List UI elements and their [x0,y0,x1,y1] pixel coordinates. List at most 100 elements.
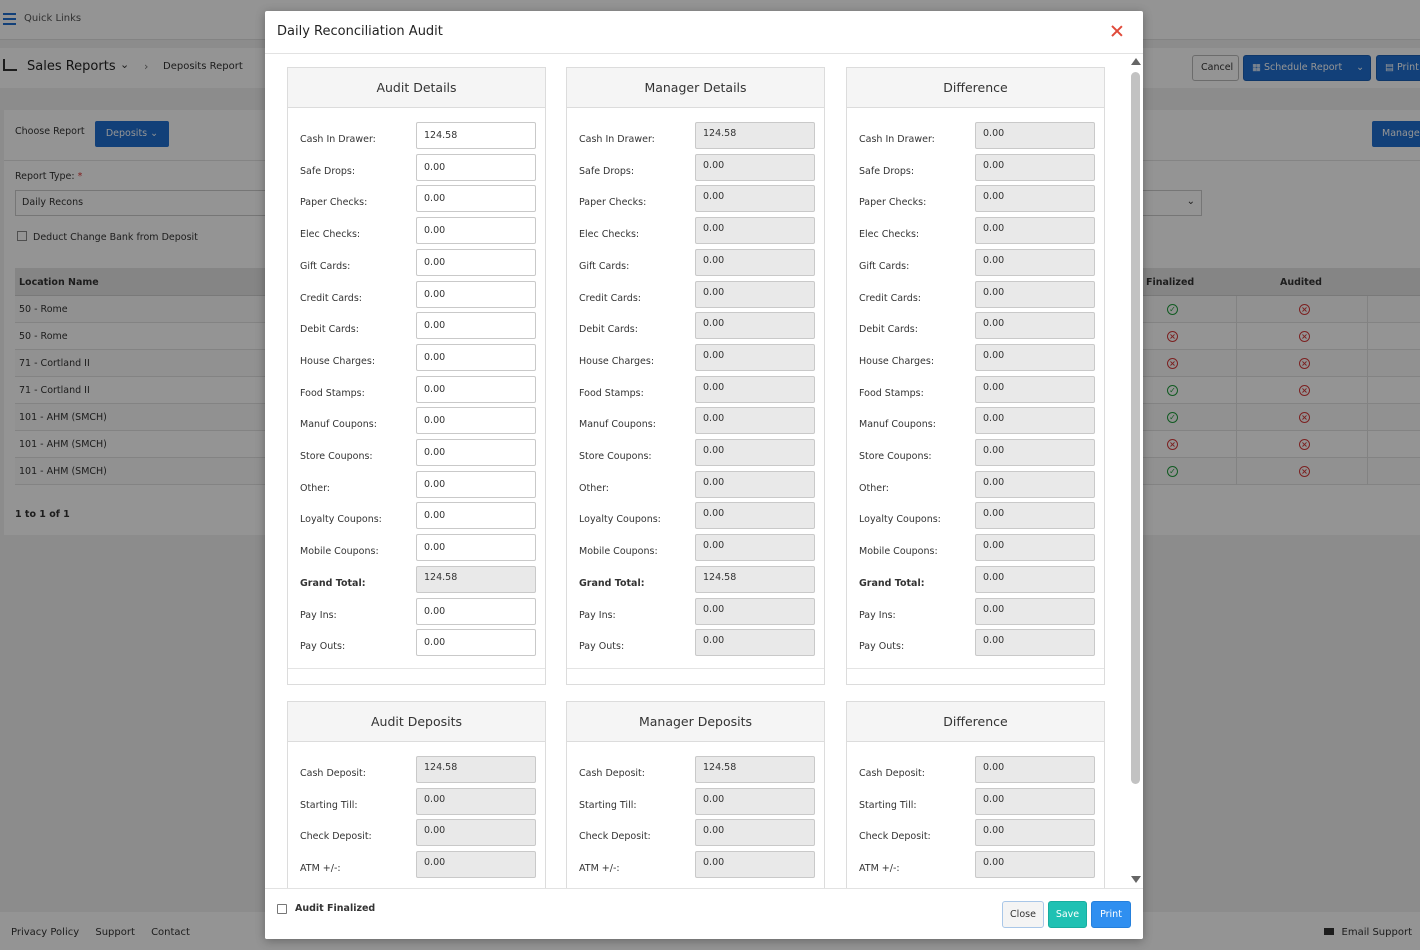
field-label: Credit Cards: [300,292,362,304]
card-audit-deposits: Audit Deposits Cash Deposit: 124.58 Starti… [287,701,546,888]
amount-input[interactable]: 124.58 [416,122,536,149]
readonly-value-field: 0.00 [695,819,815,847]
card-title: Audit Details [288,68,545,108]
field-row: Other: 0.00 [579,470,815,498]
amount-input[interactable]: 0.00 [416,280,536,308]
field-label: Cash Deposit: [579,768,645,779]
readonly-value-field: 0.00 [695,407,815,435]
close-icon[interactable] [1110,24,1124,38]
audit-finalized-label[interactable]: Audit Finalized [295,903,375,914]
readonly-value-field: 0.00 [695,312,815,340]
field-row: ATM +/-: 0.00 [579,851,815,879]
amount-input[interactable]: 0.00 [416,534,536,562]
amount-input[interactable]: 0.00 [416,185,536,213]
amount-input[interactable]: 0.00 [416,312,536,340]
field-label: Food Stamps: [300,387,365,399]
field-row: Store Coupons: 0.00 [300,439,536,466]
modal-scrollbar[interactable] [1129,55,1143,888]
field-label: Debit Cards: [859,324,918,336]
readonly-value-field: 0.00 [975,280,1095,308]
field-label: Pay Outs: [859,641,905,653]
field-label: Cash Deposit: [300,768,366,779]
field-label: Mobile Coupons: [579,546,658,558]
field-row: Cash Deposit: 124.58 [579,756,815,783]
field-label: Food Stamps: [859,387,924,399]
field-row: House Charges: 0.00 [859,343,1095,371]
card-manager-deposits: Manager Deposits Cash Deposit: 124.58 Star… [566,701,825,888]
field-label: Pay Ins: [859,609,896,621]
scroll-thumb[interactable] [1131,72,1140,784]
amount-input[interactable]: 0.00 [416,597,536,625]
field-label: Grand Total: [300,577,366,589]
scroll-down-arrow-icon[interactable] [1131,876,1141,883]
field-label: Credit Cards: [579,292,641,304]
readonly-value-field: 124.58 [695,565,815,593]
amount-input[interactable]: 0.00 [416,470,536,498]
amount-input[interactable]: 0.00 [416,407,536,435]
print-button[interactable]: Print [1091,901,1131,928]
field-label: Loyalty Coupons: [859,514,941,526]
field-row: Gift Cards: 0.00 [579,248,815,276]
field-label: Elec Checks: [859,229,920,241]
field-row: Elec Checks: 0.00 [859,217,1095,245]
readonly-value-field: 0.00 [975,312,1095,340]
field-row: Cash Deposit: 0.00 [859,756,1095,783]
field-row: Store Coupons: 0.00 [859,439,1095,466]
field-label: Debit Cards: [579,324,638,336]
readonly-value-field: 0.00 [695,787,815,815]
amount-input[interactable]: 0.00 [416,343,536,371]
field-row: Other: 0.00 [859,470,1095,498]
field-label: Gift Cards: [300,260,351,272]
readonly-value-field: 0.00 [695,248,815,276]
card-difference-details: Difference Cash In Drawer: 0.00 Safe Drops… [846,67,1105,685]
field-label: Loyalty Coupons: [300,514,382,526]
field-label: Check Deposit: [579,831,651,843]
field-label: Elec Checks: [300,229,361,241]
field-row: Credit Cards: 0.00 [579,280,815,308]
readonly-value-field: 0.00 [975,756,1095,783]
field-label: Other: [300,482,331,494]
modal-header: Daily Reconciliation Audit [265,11,1143,54]
amount-input[interactable]: 0.00 [416,217,536,245]
readonly-value-field: 0.00 [695,185,815,213]
field-label: Paper Checks: [859,197,927,209]
field-label: House Charges: [300,355,376,367]
field-row: Food Stamps: 0.00 [300,375,536,403]
amount-input[interactable]: 0.00 [416,502,536,530]
readonly-value-field: 0.00 [975,439,1095,466]
audit-finalized-checkbox[interactable] [277,904,287,914]
close-button[interactable]: Close [1002,901,1044,928]
field-label: Cash In Drawer: [300,134,376,145]
field-label: Food Stamps: [579,387,644,399]
scroll-up-arrow-icon[interactable] [1131,58,1141,65]
modal-footer: Audit Finalized Close Save Print [265,888,1143,939]
field-row: Gift Cards: 0.00 [859,248,1095,276]
readonly-value-field: 0.00 [695,597,815,625]
card-title: Audit Deposits [288,702,545,742]
field-label: Safe Drops: [300,165,356,177]
field-row: Other: 0.00 [300,470,536,498]
field-label: ATM +/-: [300,863,341,875]
readonly-value-field: 0.00 [695,375,815,403]
readonly-value-field: 0.00 [975,597,1095,625]
readonly-value-field: 0.00 [975,375,1095,403]
readonly-value-field: 0.00 [975,153,1095,181]
field-label: Safe Drops: [859,165,915,177]
field-row: Cash In Drawer: 124.58 [300,122,536,149]
amount-input[interactable]: 0.00 [416,439,536,466]
amount-input[interactable]: 0.00 [416,375,536,403]
readonly-value-field: 0.00 [975,565,1095,593]
field-label: Gift Cards: [859,260,910,272]
amount-input[interactable]: 0.00 [416,153,536,181]
amount-input[interactable]: 0.00 [416,629,536,657]
field-row: Pay Outs: 0.00 [859,629,1095,657]
field-row: Debit Cards: 0.00 [859,312,1095,340]
field-row: Loyalty Coupons: 0.00 [300,502,536,530]
field-label: Store Coupons: [859,451,932,462]
field-row: Food Stamps: 0.00 [859,375,1095,403]
field-label: Store Coupons: [300,451,373,462]
field-label: Loyalty Coupons: [579,514,661,526]
amount-input[interactable]: 0.00 [416,248,536,276]
save-button[interactable]: Save [1048,901,1087,928]
field-label: Safe Drops: [579,165,635,177]
